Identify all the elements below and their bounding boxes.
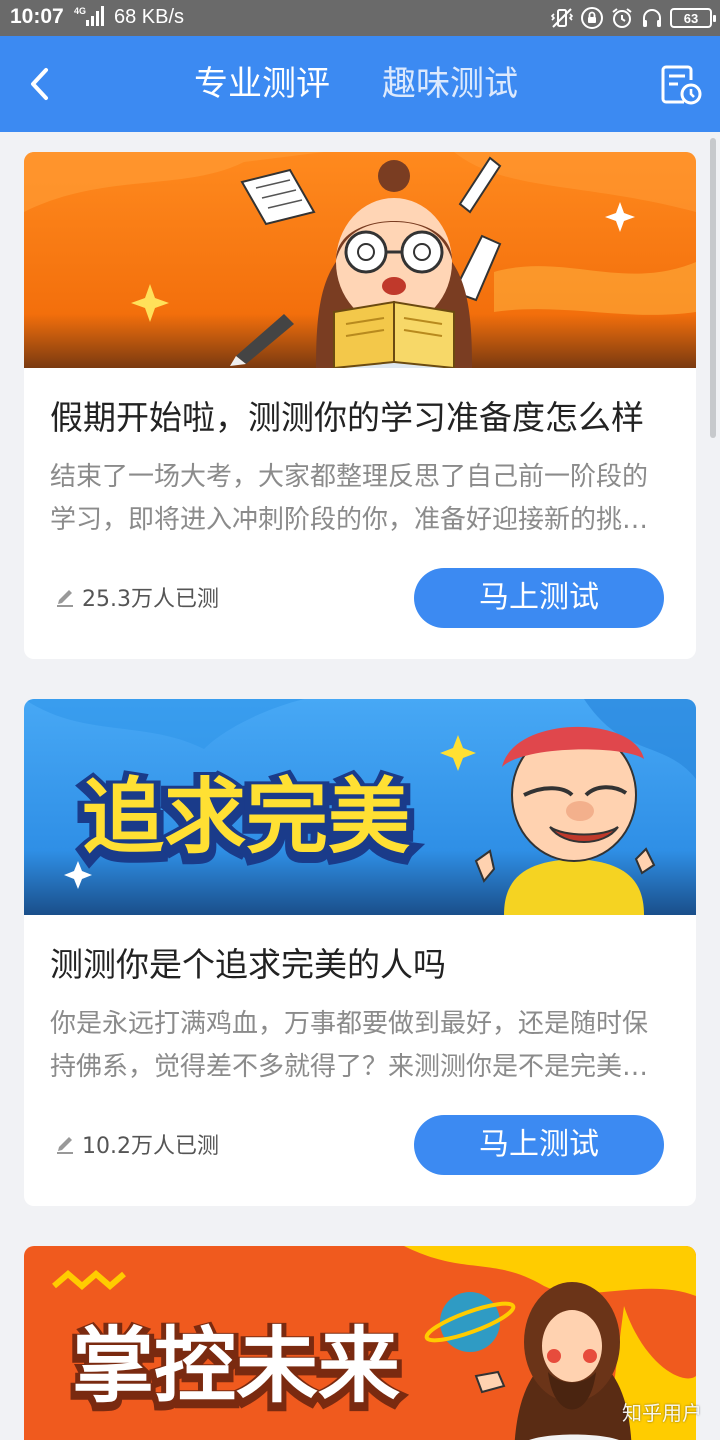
start-test-button[interactable]: 马上测试 (414, 1115, 664, 1175)
test-card[interactable]: 追求完美 追求完美 测测你是个追求完美的人吗 你是永远打满鸡血，万事都要做到最好… (24, 699, 696, 1206)
alarm-icon (612, 8, 632, 28)
pencil-icon (57, 590, 73, 607)
perfection-illustration: 追求完美 追求完美 (24, 699, 696, 915)
svg-text:4G: 4G (74, 6, 86, 16)
banner-title-text: 掌控未来 (72, 1319, 400, 1414)
headphones-icon (643, 9, 661, 27)
status-icons: 63 (550, 6, 716, 30)
scrollbar[interactable] (710, 138, 716, 438)
study-girl-illustration (24, 152, 696, 368)
test-count: 10.2万人已测 (54, 1129, 219, 1159)
card-title: 假期开始啦，测测你的学习准备度怎么样 (50, 398, 644, 437)
card-banner (24, 152, 696, 368)
pencil-icon (57, 1137, 73, 1154)
test-count: 25.3万人已测 (54, 582, 219, 612)
status-bar: 10:07 4G 68 KB/s 63 (0, 0, 720, 36)
start-test-button[interactable]: 马上测试 (414, 568, 664, 628)
signal-icon: 4G (74, 6, 104, 26)
history-icon[interactable] (658, 62, 704, 108)
back-arrow-icon[interactable] (20, 60, 62, 108)
card-banner: 掌控未来 掌控未来 (24, 1246, 696, 1440)
future-control-illustration: 掌控未来 掌控未来 (24, 1246, 696, 1440)
battery-icon: 63 (670, 8, 716, 28)
card-description: 结束了一场大考，大家都整理反思了自己前一阶段的学习，即将进入冲刺阶段的你，准备好… (50, 462, 649, 535)
lock-icon (581, 7, 603, 29)
watermark: 知乎用户 (622, 1401, 702, 1425)
network-speed: 68 KB/s (114, 6, 185, 28)
card-description: 你是永远打满鸡血，万事都要做到最好，还是随时保持佛系，觉得差不多就得了？来测测你… (50, 1009, 649, 1082)
banner-title-text: 追求完美 (82, 770, 410, 865)
test-card[interactable]: 假期开始啦，测测你的学习准备度怎么样 结束了一场大考，大家都整理反思了自己前一阶… (24, 152, 696, 659)
card-title: 测测你是个追求完美的人吗 (50, 945, 446, 984)
test-count-label: 10.2万人已测 (82, 1134, 219, 1159)
app-header: 专业测评 趣味测试 (0, 36, 720, 132)
tab-professional[interactable]: 专业测评 (194, 62, 330, 106)
battery-level: 63 (683, 10, 699, 26)
test-count-label: 25.3万人已测 (82, 587, 219, 612)
status-time: 10:07 (10, 5, 64, 28)
vibrate-icon (550, 8, 574, 28)
card-banner: 追求完美 追求完美 (24, 699, 696, 915)
tab-fun-test[interactable]: 趣味测试 (382, 62, 518, 106)
test-card[interactable]: 掌控未来 掌控未来 (24, 1246, 696, 1440)
